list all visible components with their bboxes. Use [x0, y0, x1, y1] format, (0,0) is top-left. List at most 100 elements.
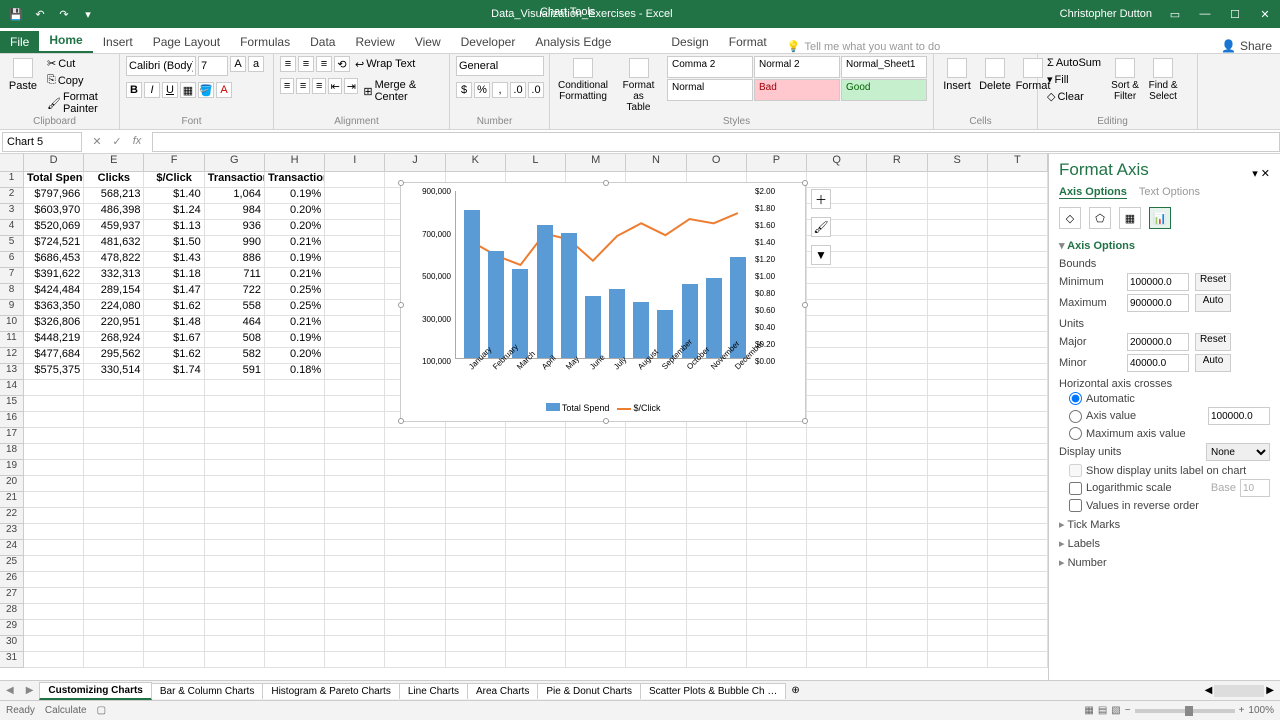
font-size-select[interactable]: [198, 56, 228, 76]
cell[interactable]: Total Spend: [24, 172, 84, 188]
copy-button[interactable]: ⎘ Copy: [44, 73, 113, 88]
cell[interactable]: [325, 556, 385, 572]
cell[interactable]: 711: [205, 268, 265, 284]
cell[interactable]: $1.13: [144, 220, 204, 236]
cell[interactable]: 0.20%: [265, 204, 325, 220]
cell[interactable]: [84, 524, 144, 540]
cell[interactable]: [747, 524, 807, 540]
cell[interactable]: [205, 412, 265, 428]
col-header[interactable]: P: [747, 154, 807, 171]
cell[interactable]: [205, 604, 265, 620]
cell[interactable]: [928, 524, 988, 540]
cell[interactable]: [867, 316, 927, 332]
cell[interactable]: [928, 572, 988, 588]
size-props-icon[interactable]: ▦: [1119, 207, 1141, 229]
row-header[interactable]: 11: [0, 332, 23, 348]
cell[interactable]: [807, 652, 867, 668]
sheet-nav-next[interactable]: ▶: [20, 685, 40, 696]
cell[interactable]: [265, 428, 325, 444]
cell[interactable]: [325, 348, 385, 364]
cell[interactable]: [807, 268, 867, 284]
cell[interactable]: [747, 620, 807, 636]
cell[interactable]: $797,966: [24, 188, 84, 204]
cell[interactable]: [325, 460, 385, 476]
bounds-min-input[interactable]: [1127, 273, 1189, 291]
row-header[interactable]: 1: [0, 172, 23, 188]
cell[interactable]: [84, 508, 144, 524]
cell[interactable]: [566, 492, 626, 508]
cell[interactable]: [24, 460, 84, 476]
cell[interactable]: [205, 492, 265, 508]
cell[interactable]: [24, 652, 84, 668]
cell[interactable]: 464: [205, 316, 265, 332]
comma-icon[interactable]: ,: [492, 82, 508, 98]
cell[interactable]: [747, 508, 807, 524]
cell[interactable]: [566, 524, 626, 540]
cell[interactable]: [988, 492, 1048, 508]
cell[interactable]: 0.19%: [265, 332, 325, 348]
redo-icon[interactable]: ↷: [54, 4, 74, 24]
cell[interactable]: [928, 364, 988, 380]
style-bad[interactable]: Bad: [754, 79, 840, 101]
cell[interactable]: [988, 652, 1048, 668]
cell[interactable]: [506, 540, 566, 556]
cell[interactable]: [24, 476, 84, 492]
cell[interactable]: [84, 476, 144, 492]
cell[interactable]: [867, 636, 927, 652]
cell[interactable]: [747, 572, 807, 588]
enter-formula-icon[interactable]: ✓: [108, 135, 126, 148]
align-top-icon[interactable]: ≡: [280, 56, 296, 72]
cell[interactable]: [807, 572, 867, 588]
cell[interactable]: [325, 476, 385, 492]
cell[interactable]: 0.19%: [265, 188, 325, 204]
cell[interactable]: [928, 636, 988, 652]
cell[interactable]: [84, 428, 144, 444]
format-painter-button[interactable]: 🖌 Format Painter: [44, 90, 113, 116]
labels-section[interactable]: Labels: [1059, 537, 1270, 550]
cell[interactable]: 268,924: [84, 332, 144, 348]
pane-close-icon[interactable]: ✕: [1261, 168, 1270, 180]
display-units-select[interactable]: None: [1206, 443, 1270, 461]
zoom-level[interactable]: 100%: [1248, 705, 1274, 716]
cell[interactable]: [265, 572, 325, 588]
cell[interactable]: [265, 652, 325, 668]
cell[interactable]: [626, 604, 686, 620]
cell[interactable]: [566, 572, 626, 588]
cell[interactable]: [144, 524, 204, 540]
cell[interactable]: [807, 364, 867, 380]
cell[interactable]: [687, 556, 747, 572]
cell[interactable]: [867, 284, 927, 300]
cell[interactable]: [867, 412, 927, 428]
cell[interactable]: [807, 588, 867, 604]
tell-me-input[interactable]: 💡 Tell me what you want to do: [787, 40, 940, 53]
row-header[interactable]: 26: [0, 572, 23, 588]
cell[interactable]: [325, 188, 385, 204]
cell[interactable]: [144, 412, 204, 428]
cell[interactable]: [928, 348, 988, 364]
cell[interactable]: [325, 428, 385, 444]
cell[interactable]: [988, 316, 1048, 332]
cell[interactable]: [988, 204, 1048, 220]
tab-review[interactable]: Review: [345, 31, 404, 53]
cell[interactable]: [265, 524, 325, 540]
cell[interactable]: $686,453: [24, 252, 84, 268]
cell[interactable]: [626, 460, 686, 476]
cell[interactable]: [928, 428, 988, 444]
cell[interactable]: [626, 556, 686, 572]
col-header[interactable]: I: [325, 154, 385, 171]
cell[interactable]: 224,080: [84, 300, 144, 316]
cell[interactable]: [687, 572, 747, 588]
cell[interactable]: [325, 364, 385, 380]
cell[interactable]: [928, 236, 988, 252]
log-scale-check[interactable]: [1069, 482, 1082, 495]
effects-icon[interactable]: ⬠: [1089, 207, 1111, 229]
cell[interactable]: [506, 620, 566, 636]
row-header[interactable]: 5: [0, 236, 23, 252]
cell[interactable]: [84, 460, 144, 476]
cell[interactable]: [265, 476, 325, 492]
cell[interactable]: [988, 396, 1048, 412]
cell[interactable]: [928, 188, 988, 204]
cell[interactable]: [566, 540, 626, 556]
cell[interactable]: [84, 396, 144, 412]
cell[interactable]: $424,484: [24, 284, 84, 300]
